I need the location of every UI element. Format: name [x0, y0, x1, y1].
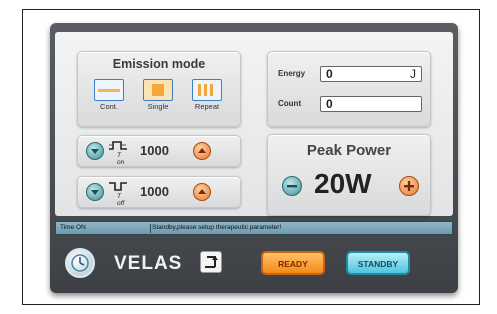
energy-field: 0 J [320, 66, 422, 82]
peak-power-title: Peak Power [306, 142, 392, 159]
exit-arrow-icon [205, 256, 218, 268]
t-off-value: 1000 [140, 184, 169, 199]
standby-button[interactable]: STANDBY [346, 251, 410, 275]
continuous-wave-icon [94, 79, 124, 101]
status-message: Standby,please setup therapeutic paramet… [152, 224, 282, 231]
peak-power-panel: Peak Power 20W [267, 134, 431, 216]
count-value: 0 [326, 97, 333, 111]
mode-single-label: Single [147, 102, 169, 111]
peak-power-decrease-button[interactable] [282, 176, 302, 196]
status-bar: Time ON Standby,please setup therapeutic… [55, 221, 453, 235]
t-on-panel: T on 1000 [77, 135, 241, 167]
peak-power-value: 20W [314, 168, 372, 199]
repeat-pulse-icon [192, 79, 222, 101]
t-on-pulse-icon: T on [107, 139, 129, 166]
peak-power-increase-button[interactable] [399, 176, 419, 196]
chevron-up-icon [198, 148, 206, 153]
control-screen: Emission mode Cont. Single Repeat T on 1… [55, 32, 453, 216]
plus-icon [404, 181, 414, 191]
chevron-down-icon [91, 190, 99, 195]
clock-logo-icon [65, 248, 95, 278]
t-off-label: T off [117, 193, 125, 207]
t-off-pulse-icon: T off [107, 180, 129, 207]
energy-value: 0 [326, 67, 333, 81]
single-pulse-icon [143, 79, 173, 101]
mode-repeat-button[interactable]: Repeat [190, 79, 224, 111]
ready-button[interactable]: READY [261, 251, 325, 275]
mode-repeat-label: Repeat [194, 102, 220, 111]
brand-name: VELAS [114, 253, 183, 274]
t-off-panel: T off 1000 [77, 176, 241, 208]
chevron-up-icon [198, 189, 206, 194]
t-on-label: T on [117, 152, 125, 166]
t-off-increase-button[interactable] [193, 183, 211, 201]
exit-button[interactable] [200, 251, 222, 273]
count-field: 0 [320, 96, 422, 112]
t-off-decrease-button[interactable] [86, 183, 104, 201]
mode-continuous-button[interactable]: Cont. [92, 79, 126, 111]
emission-mode-title: Emission mode [112, 57, 206, 71]
minus-icon [287, 185, 297, 188]
t-on-decrease-button[interactable] [86, 142, 104, 160]
count-label: Count [278, 99, 302, 108]
mode-single-button[interactable]: Single [141, 79, 175, 111]
energy-unit: J [410, 67, 416, 81]
status-time-on: Time ON [60, 224, 151, 233]
mode-continuous-label: Cont. [100, 102, 118, 111]
bottom-bar: VELAS READY STANDBY [50, 237, 458, 293]
energy-count-panel: Energy 0 J Count 0 [267, 51, 431, 127]
t-on-increase-button[interactable] [193, 142, 211, 160]
t-on-value: 1000 [140, 143, 169, 158]
laser-control-device: Emission mode Cont. Single Repeat T on 1… [50, 23, 458, 293]
energy-label: Energy [278, 69, 306, 78]
chevron-down-icon [91, 149, 99, 154]
emission-mode-panel: Emission mode Cont. Single Repeat [77, 51, 241, 127]
